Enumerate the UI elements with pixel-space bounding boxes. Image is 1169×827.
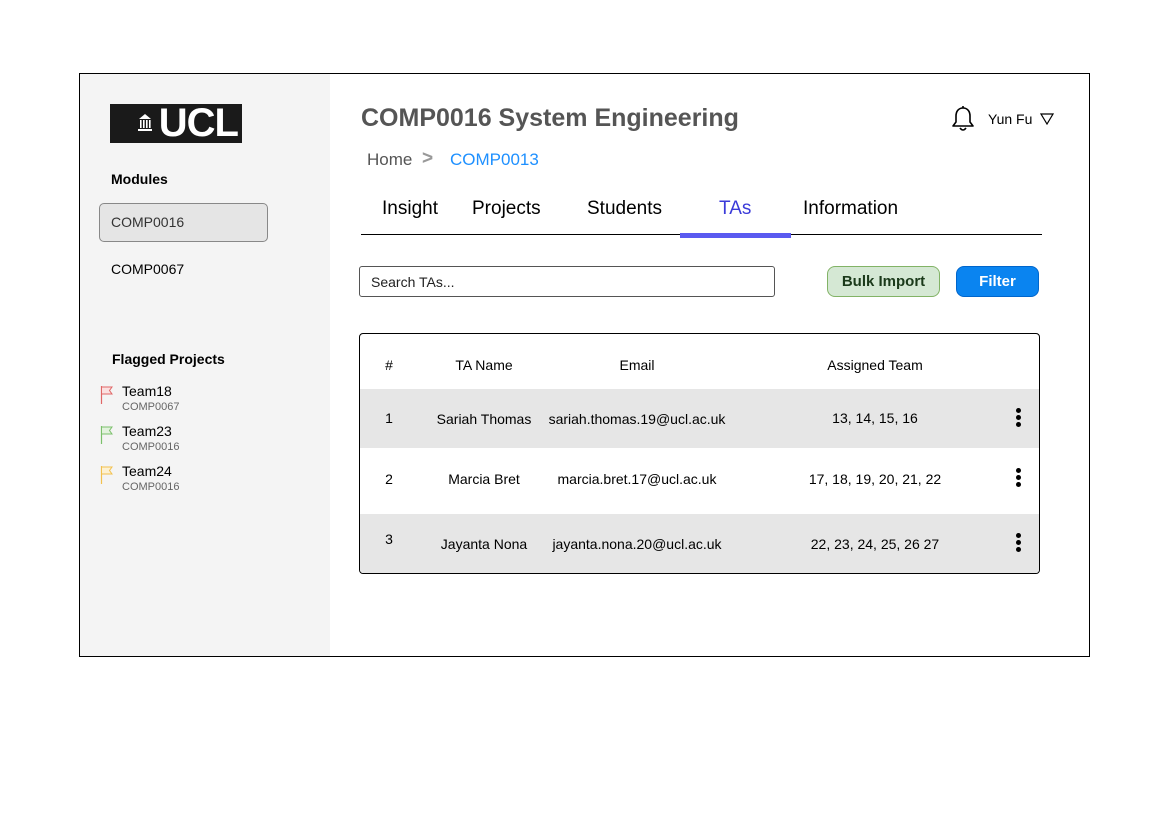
flag-icon [100, 386, 113, 404]
cell-email: marcia.bret.17@ucl.ac.uk [557, 471, 717, 487]
table-row[interactable]: 2 Marcia Bret marcia.bret.17@ucl.ac.uk 1… [360, 448, 1039, 514]
cell-assigned-team: 13, 14, 15, 16 [832, 410, 918, 426]
cell-number: 3 [385, 531, 393, 547]
flagged-team-module: COMP0067 [122, 401, 180, 413]
portico-icon [138, 114, 152, 131]
logo-text: UCL [158, 101, 239, 145]
breadcrumb-current[interactable]: COMP0013 [450, 150, 539, 170]
tab-insight[interactable]: Insight [382, 198, 438, 220]
modules-title: Modules [111, 171, 168, 187]
flagged-team-module: COMP0016 [122, 441, 180, 453]
more-vertical-icon[interactable] [1016, 533, 1022, 554]
breadcrumb-home[interactable]: Home [367, 150, 412, 170]
user-name[interactable]: Yun Fu [988, 111, 1032, 127]
cell-ta-name: Jayanta Nona [440, 536, 528, 552]
tab-tas[interactable]: TAs [719, 198, 751, 220]
flagged-team-module: COMP0016 [122, 481, 180, 493]
ucl-logo[interactable]: UCL [110, 101, 242, 145]
module-item-comp0067[interactable]: COMP0067 [111, 261, 184, 277]
module-item-comp0016[interactable]: COMP0016 [99, 203, 268, 242]
cell-ta-name: Sariah Thomas [436, 411, 532, 427]
table-row[interactable]: 1 Sariah Thomas sariah.thomas.19@ucl.ac.… [360, 389, 1039, 448]
column-header-number: # [385, 357, 393, 373]
app-window: UCL Modules COMP0016 COMP0067 Flagged Pr… [79, 73, 1090, 657]
flagged-team-name: Team23 [122, 423, 172, 439]
cell-number: 1 [385, 410, 393, 426]
flagged-projects-title: Flagged Projects [112, 351, 225, 367]
cell-assigned-team: 22, 23, 24, 25, 26 27 [810, 536, 940, 552]
flagged-team-name: Team18 [122, 383, 172, 399]
flag-icon [100, 466, 113, 484]
search-input[interactable] [359, 266, 775, 297]
bell-icon[interactable] [950, 105, 976, 133]
column-header-ta-name: TA Name [455, 357, 513, 373]
filter-button[interactable]: Filter [956, 266, 1039, 297]
cell-email: sariah.thomas.19@ucl.ac.uk [548, 411, 726, 427]
column-header-email: Email [619, 357, 655, 373]
triangle-down-icon[interactable] [1040, 113, 1055, 125]
table-row[interactable]: 3 Jayanta Nona jayanta.nona.20@ucl.ac.uk… [360, 514, 1039, 573]
flag-icon [100, 426, 113, 444]
more-vertical-icon[interactable] [1016, 468, 1022, 489]
page-title: COMP0016 System Engineering [361, 104, 739, 132]
sidebar: UCL Modules COMP0016 COMP0067 Flagged Pr… [80, 74, 330, 656]
breadcrumb-separator: > [422, 148, 434, 169]
cell-email: jayanta.nona.20@ucl.ac.uk [552, 536, 722, 552]
bulk-import-button[interactable]: Bulk Import [827, 266, 940, 297]
more-vertical-icon[interactable] [1016, 408, 1022, 429]
tab-projects[interactable]: Projects [472, 198, 541, 220]
cell-assigned-team: 17, 18, 19, 20, 21, 22 [808, 471, 942, 487]
cell-number: 2 [385, 471, 393, 487]
tab-information[interactable]: Information [803, 198, 898, 220]
flagged-team-name: Team24 [122, 463, 172, 479]
column-header-assigned-team: Assigned Team [827, 357, 923, 373]
tab-students[interactable]: Students [587, 198, 662, 220]
active-tab-indicator [680, 233, 791, 238]
cell-ta-name: Marcia Bret [448, 471, 520, 487]
ta-table: # TA Name Email Assigned Team 1 Sariah T… [359, 333, 1040, 574]
user-area: Yun Fu [950, 104, 1055, 134]
